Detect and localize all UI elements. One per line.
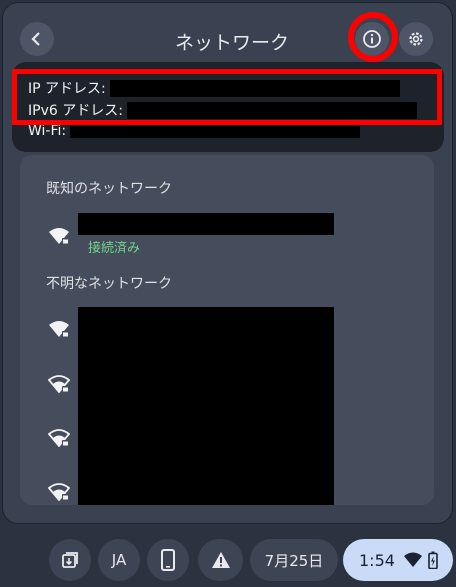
downloads-button[interactable] — [49, 539, 91, 581]
redacted-network-name — [78, 213, 334, 235]
download-icon — [62, 552, 78, 568]
wifi-lock-icon — [49, 228, 69, 244]
wifi-lock-icon[interactable] — [48, 483, 70, 501]
phone-icon — [161, 549, 175, 571]
redacted-network-names — [78, 307, 334, 505]
phone-hub-button[interactable] — [147, 539, 189, 581]
warning-icon — [211, 552, 230, 568]
wifi-lock-icon[interactable] — [48, 375, 70, 393]
battery-icon — [428, 551, 438, 569]
annotation-circle — [348, 12, 398, 62]
settings-button[interactable] — [399, 22, 433, 56]
date-button[interactable]: 7月25日 — [250, 539, 338, 581]
ime-button[interactable]: JA — [98, 539, 140, 581]
page-title: ネットワーク — [174, 32, 289, 54]
shelf: JA 7月25日 1:54 — [0, 532, 456, 587]
wifi-label: Wi-Fi: — [28, 123, 67, 139]
wifi-icon — [403, 552, 422, 567]
notification-button[interactable] — [198, 539, 243, 581]
annotation-rectangle — [12, 69, 442, 125]
redacted-wifi — [70, 124, 361, 138]
back-icon — [31, 32, 40, 46]
known-networks-heading: 既知のネットワーク — [46, 181, 172, 197]
clock: 1:54 — [359, 550, 395, 570]
wifi-row: Wi-Fi: — [28, 123, 361, 139]
connection-status: 接続済み — [88, 241, 141, 256]
network-list: 既知のネットワーク 接続済み 不明なネットワーク — [20, 155, 434, 505]
status-tray[interactable]: 1:54 — [343, 539, 453, 581]
gear-icon — [409, 32, 423, 46]
wifi-lock-icon[interactable] — [48, 320, 70, 338]
wifi-lock-icon[interactable] — [48, 429, 70, 447]
unknown-networks-heading: 不明なネットワーク — [46, 276, 172, 292]
back-button[interactable] — [20, 22, 54, 56]
